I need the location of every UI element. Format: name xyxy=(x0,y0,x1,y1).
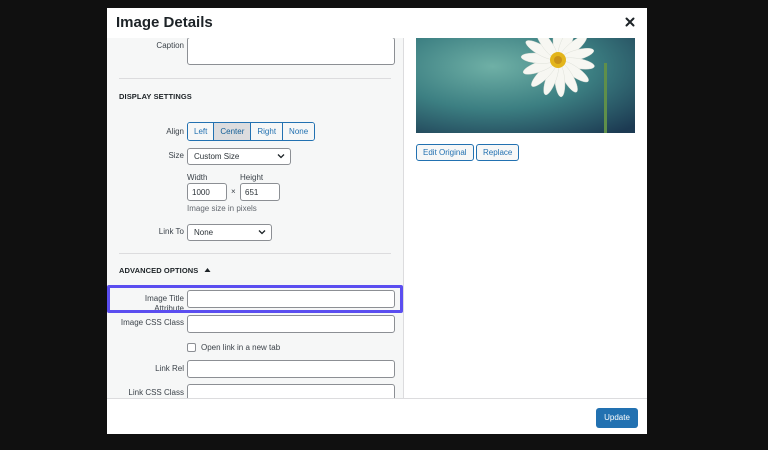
height-label: Height xyxy=(240,173,264,182)
width-input[interactable] xyxy=(187,183,227,201)
modal-footer: Update xyxy=(107,398,647,434)
replace-button[interactable]: Replace xyxy=(476,144,520,161)
link-to-select[interactable]: None xyxy=(187,224,272,241)
align-center-button[interactable]: Center xyxy=(214,123,252,140)
image-preview xyxy=(416,38,635,133)
link-css-class-label: Link CSS Class xyxy=(128,388,184,397)
image-css-class-label: Image CSS Class xyxy=(120,318,184,327)
size-select-value: Custom Size xyxy=(194,152,240,161)
link-rel-input[interactable] xyxy=(187,360,395,378)
times-symbol: × xyxy=(231,187,236,196)
edit-original-button[interactable]: Edit Original xyxy=(416,144,474,161)
preview-pane: Edit Original Replace xyxy=(404,38,647,398)
height-input[interactable] xyxy=(240,183,280,201)
open-new-tab-label: Open link in a new tab xyxy=(201,343,281,352)
open-new-tab-checkbox[interactable] xyxy=(187,343,196,352)
align-right-button[interactable]: Right xyxy=(251,123,284,140)
link-to-label: Link To xyxy=(158,227,184,236)
highlight-box xyxy=(107,285,403,313)
display-settings-title: DISPLAY SETTINGS xyxy=(119,92,192,101)
divider xyxy=(119,253,391,254)
image-css-class-input[interactable] xyxy=(187,315,395,333)
triangle-up-icon xyxy=(204,268,211,272)
size-label: Size xyxy=(168,151,184,160)
settings-pane: Caption DISPLAY SETTINGS Align Left Cent… xyxy=(107,38,404,398)
link-rel-label: Link Rel xyxy=(155,364,184,373)
size-hint: Image size in pixels xyxy=(187,204,257,213)
update-button[interactable]: Update xyxy=(596,408,638,428)
width-label: Width xyxy=(187,173,208,182)
link-to-select-value: None xyxy=(194,228,214,237)
size-select[interactable]: Custom Size xyxy=(187,148,291,165)
align-button-group: Left Center Right None xyxy=(187,122,316,141)
image-details-modal: Image Details Caption DISPLAY SETTINGS A… xyxy=(107,8,647,434)
chevron-down-icon xyxy=(258,230,266,235)
advanced-options-label: ADVANCED OPTIONS xyxy=(119,266,199,275)
caption-label: Caption xyxy=(156,41,184,50)
modal-title: Image Details xyxy=(116,14,213,31)
divider xyxy=(119,78,391,79)
align-left-button[interactable]: Left xyxy=(188,123,215,140)
advanced-options-title[interactable]: ADVANCED OPTIONS xyxy=(119,266,211,275)
align-none-button[interactable]: None xyxy=(283,123,315,140)
align-label: Align xyxy=(166,127,184,136)
chevron-down-icon xyxy=(277,154,285,159)
caption-field[interactable] xyxy=(187,38,395,65)
modal-header: Image Details xyxy=(107,8,647,38)
link-css-class-input[interactable] xyxy=(187,384,395,398)
close-icon[interactable] xyxy=(623,15,637,29)
daisy-image xyxy=(416,38,635,133)
